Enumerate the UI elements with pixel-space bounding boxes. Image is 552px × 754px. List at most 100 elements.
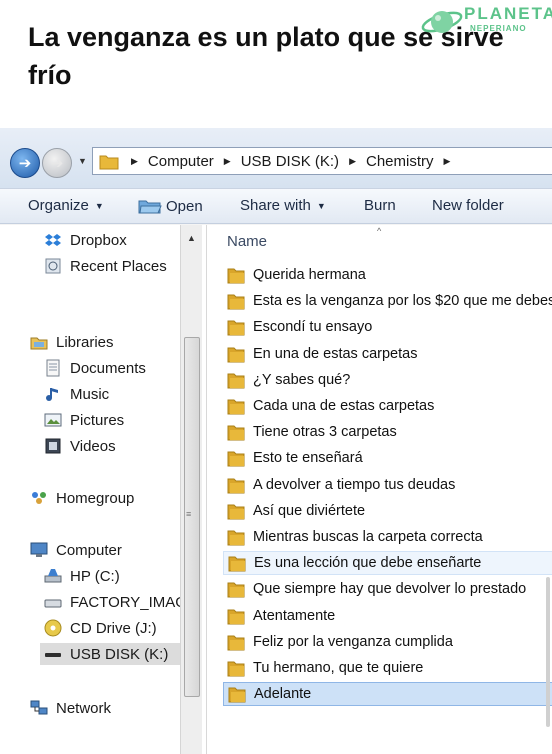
nav-item-libraries[interactable]: Libraries xyxy=(30,331,114,353)
nav-item-dropbox[interactable]: Dropbox xyxy=(44,229,127,251)
cd-icon xyxy=(44,619,62,637)
folder-icon xyxy=(228,687,246,703)
file-list-scrollbar[interactable] xyxy=(546,577,550,727)
pictures-icon xyxy=(44,413,62,427)
burn-label: Burn xyxy=(364,197,396,214)
nav-item-network[interactable]: Network xyxy=(30,697,111,719)
folder-icon xyxy=(227,635,245,651)
share-with-button[interactable]: Share with ▼ xyxy=(240,197,326,214)
file-name: Esto te enseñará xyxy=(253,450,363,466)
folder-icon xyxy=(227,504,245,520)
logo-text-planeta: PLANETA xyxy=(464,4,552,23)
computer-icon xyxy=(30,542,48,557)
list-item[interactable]: Atentamente xyxy=(223,604,552,628)
nav-label: Computer xyxy=(56,541,122,559)
share-with-label: Share with xyxy=(240,197,311,214)
forward-button[interactable]: ➔ xyxy=(42,148,72,178)
nav-item-music[interactable]: Music xyxy=(44,383,109,405)
nav-item-pictures[interactable]: Pictures xyxy=(44,409,124,431)
drive-icon xyxy=(44,599,62,608)
logo-text-neperiano: NEPERIANO xyxy=(470,24,527,33)
file-name: Esta es la venganza por los $20 que me d… xyxy=(253,293,552,309)
open-folder-icon xyxy=(138,200,162,214)
file-name: Tiene otras 3 carpetas xyxy=(253,424,397,440)
breadcrumb-usb-disk[interactable]: USB DISK (K:) xyxy=(241,153,339,170)
file-name: Querida hermana xyxy=(253,267,366,283)
list-item[interactable]: Así que diviértete xyxy=(223,499,552,523)
nav-item-videos[interactable]: Videos xyxy=(44,435,116,457)
folder-icon xyxy=(227,294,245,310)
folder-icon xyxy=(227,373,245,389)
list-item[interactable]: Esta es la venganza por los $20 que me d… xyxy=(223,289,552,313)
nav-item-factory-image[interactable]: FACTORY_IMAGI xyxy=(44,591,191,613)
file-name: Escondí tu ensayo xyxy=(253,319,373,335)
file-name: Mientras buscas la carpeta correcta xyxy=(253,529,483,545)
folder-icon xyxy=(227,530,245,546)
nav-item-recent-places[interactable]: Recent Places xyxy=(44,255,167,277)
folder-icon xyxy=(227,609,245,625)
list-item[interactable]: Adelante xyxy=(223,682,552,706)
chevron-right-icon[interactable]: ▶ xyxy=(224,156,231,167)
folder-icon xyxy=(99,155,119,170)
navigation-scrollbar[interactable]: ▲ ≡ xyxy=(180,225,202,754)
documents-icon xyxy=(46,359,60,377)
list-item[interactable]: Es una lección que debe enseñarte xyxy=(223,551,552,575)
network-icon xyxy=(30,700,48,715)
organize-button[interactable]: Organize ▼ xyxy=(28,197,104,214)
navigation-pane: Dropbox Recent Places Libraries Document… xyxy=(0,225,206,754)
organize-label: Organize xyxy=(28,197,89,214)
list-item[interactable]: Mientras buscas la carpeta correcta xyxy=(223,525,552,549)
hard-drive-icon xyxy=(44,569,62,583)
list-item[interactable]: A devolver a tiempo tus deudas xyxy=(223,473,552,497)
list-item[interactable]: En una de estas carpetas xyxy=(223,342,552,366)
nav-label: Music xyxy=(70,385,110,403)
nav-item-hp-drive[interactable]: HP (C:) xyxy=(44,565,120,587)
list-item[interactable]: Feliz por la venganza cumplida xyxy=(223,630,552,654)
list-item[interactable]: Cada una de estas carpetas xyxy=(223,394,552,418)
chevron-right-icon[interactable]: ▶ xyxy=(444,156,451,167)
nav-item-homegroup[interactable]: Homegroup xyxy=(30,487,134,509)
open-label: Open xyxy=(166,197,203,215)
list-item[interactable]: Querida hermana xyxy=(223,263,552,287)
caret-down-icon: ▼ xyxy=(316,200,326,211)
recent-pages-dropdown-icon[interactable]: ▼ xyxy=(78,156,87,166)
file-name: A devolver a tiempo tus deudas xyxy=(253,477,456,493)
burn-button[interactable]: Burn xyxy=(364,197,396,214)
list-item[interactable]: Tu hermano, que te quiere xyxy=(223,656,552,680)
back-button[interactable]: ➔ xyxy=(10,148,40,178)
folder-icon xyxy=(227,320,245,336)
nav-label: Recent Places xyxy=(70,257,167,275)
scroll-grip-icon: ≡ xyxy=(186,509,192,519)
breadcrumb[interactable]: ▶ Computer ▶ USB DISK (K:) ▶ Chemistry ▶ xyxy=(92,147,552,175)
command-toolbar: Organize ▼ Open Share with ▼ Burn New fo… xyxy=(0,188,552,224)
arrow-right-icon: ➔ xyxy=(50,155,64,172)
nav-item-documents[interactable]: Documents xyxy=(44,357,146,379)
chevron-right-icon[interactable]: ▶ xyxy=(131,156,138,167)
list-item[interactable]: Escondí tu ensayo xyxy=(223,315,552,339)
list-item[interactable]: ¿Y sabes qué? xyxy=(223,368,552,392)
nav-label: Homegroup xyxy=(56,489,135,507)
scroll-up-icon[interactable]: ▲ xyxy=(187,233,196,243)
homegroup-icon xyxy=(32,492,46,504)
breadcrumb-computer[interactable]: Computer xyxy=(148,153,214,170)
explorer-window: ➔ ➔ ▼ ▶ Computer ▶ USB DISK (K:) ▶ Chemi… xyxy=(0,128,552,754)
file-name: Atentamente xyxy=(253,608,336,624)
new-folder-button[interactable]: New folder xyxy=(432,197,504,214)
file-name: Adelante xyxy=(254,686,312,702)
nav-label: Dropbox xyxy=(70,231,127,249)
breadcrumb-chemistry[interactable]: Chemistry xyxy=(366,153,434,170)
nav-item-computer[interactable]: Computer xyxy=(30,539,122,561)
list-item[interactable]: Tiene otras 3 carpetas xyxy=(223,420,552,444)
nav-label: Videos xyxy=(70,437,116,455)
open-button[interactable]: Open xyxy=(138,197,203,215)
list-item[interactable]: Esto te enseñará xyxy=(223,446,552,470)
planeta-neperiano-logo: PLANETA NEPERIANO xyxy=(420,2,552,42)
caret-down-icon: ▼ xyxy=(94,200,104,211)
nav-label: USB DISK (K:) xyxy=(70,645,169,663)
nav-item-cd-drive[interactable]: CD Drive (J:) xyxy=(44,617,157,639)
column-header-name[interactable]: Name xyxy=(227,233,267,250)
file-name: Cada una de estas carpetas xyxy=(253,398,435,414)
list-item[interactable]: Que siempre hay que devolver lo prestado xyxy=(223,577,552,601)
chevron-right-icon[interactable]: ▶ xyxy=(349,156,356,167)
nav-item-usb-disk[interactable]: USB DISK (K:) xyxy=(40,643,180,665)
